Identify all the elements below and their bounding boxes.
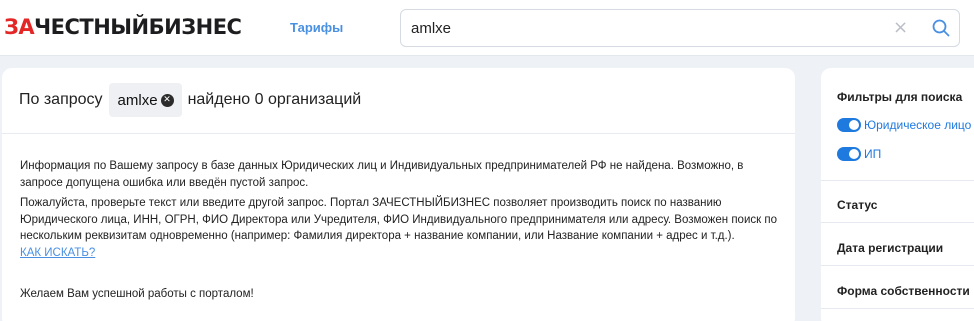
logo-dark-part: ЧЕСТНЫЙБИЗНЕС bbox=[34, 15, 242, 39]
divider bbox=[821, 180, 974, 181]
divider bbox=[2, 133, 795, 134]
logo-red-part: ЗА bbox=[4, 15, 35, 39]
site-logo[interactable]: ЗАЧЕСТНЫЙБИЗНЕС bbox=[4, 15, 242, 39]
toggle-switch[interactable] bbox=[837, 118, 861, 132]
toggle-legal-entity[interactable]: Юридическое лицо bbox=[837, 117, 971, 133]
search-advice-text: Пожалуйста, проверьте текст или введите … bbox=[20, 197, 777, 242]
filter-section-status[interactable]: Статус bbox=[837, 198, 877, 212]
how-to-search-link[interactable]: КАК ИСКАТЬ? bbox=[20, 245, 780, 262]
result-suffix: найдено 0 организаций bbox=[187, 91, 362, 108]
clear-icon[interactable]: × bbox=[893, 18, 908, 38]
toggle-individual-entrepreneur[interactable]: ИП bbox=[837, 146, 881, 162]
filter-section-registration-date[interactable]: Дата регистрации bbox=[837, 241, 943, 255]
result-prefix: По запросу bbox=[19, 91, 103, 108]
toggle-switch[interactable] bbox=[837, 147, 861, 161]
query-chip-label: amlxe bbox=[117, 91, 158, 109]
site-header: ЗАЧЕСТНЫЙБИЗНЕС Тарифы amlxe × bbox=[0, 0, 974, 56]
results-card: По запросу amlxe ✕ найдено 0 организаций… bbox=[2, 68, 795, 321]
wish-message: Желаем Вам успешной работы с порталом! bbox=[20, 288, 254, 300]
result-summary: По запросу amlxe ✕ найдено 0 организаций bbox=[19, 82, 361, 118]
divider bbox=[821, 222, 974, 223]
toggle-label: ИП bbox=[864, 147, 882, 161]
divider bbox=[821, 308, 974, 309]
nav-link-tariffs[interactable]: Тарифы bbox=[290, 20, 343, 35]
filter-section-ownership-form[interactable]: Форма собственности bbox=[837, 284, 970, 298]
search-input[interactable]: amlxe bbox=[411, 20, 451, 37]
toggle-label: Юридическое лицо bbox=[864, 118, 972, 132]
query-chip: amlxe ✕ bbox=[108, 83, 182, 117]
divider bbox=[821, 265, 974, 266]
not-found-message: Информация по Вашему запросу в базе данн… bbox=[20, 160, 744, 189]
search-advice: Пожалуйста, проверьте текст или введите … bbox=[20, 195, 780, 261]
close-icon[interactable]: ✕ bbox=[160, 93, 174, 107]
search-bar[interactable]: amlxe × bbox=[400, 9, 960, 47]
search-icon[interactable] bbox=[931, 18, 951, 38]
filters-panel: Фильтры для поиска Юридическое лицо ИП С… bbox=[821, 68, 974, 321]
filters-title: Фильтры для поиска bbox=[837, 90, 963, 104]
